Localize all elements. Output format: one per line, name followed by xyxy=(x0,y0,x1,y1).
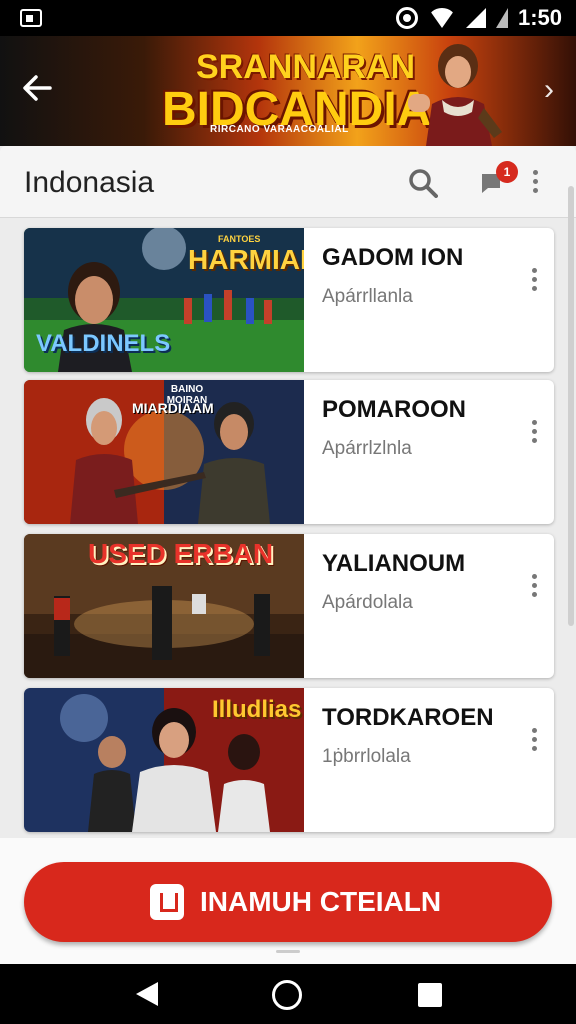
card-thumbnail: FANTOES HARMIAN VALDINELS xyxy=(24,228,304,372)
header-banner: SRANNARAN BIDCANDIA RIRCANO VARAACOALIAL… xyxy=(0,36,576,146)
list-item[interactable]: FANTOES HARMIAN VALDINELS GADOM ION Apár… xyxy=(24,228,554,372)
card-subtitle: Apárrlzlnla xyxy=(322,438,412,459)
nav-home-icon[interactable] xyxy=(272,980,302,1010)
search-icon[interactable] xyxy=(408,168,438,198)
gallery-notification-icon xyxy=(20,9,42,27)
page-title: Indonasia xyxy=(24,166,155,199)
more-vert-icon[interactable] xyxy=(532,420,538,447)
more-vert-icon[interactable] xyxy=(532,728,538,755)
list-item[interactable]: BAINO MOIRAN MIARDIAAM POMAROON Apárrlzl… xyxy=(24,380,554,524)
thumb-title: Illudlias xyxy=(212,696,302,723)
status-bar: 1:50 xyxy=(0,0,576,36)
back-arrow-icon[interactable] xyxy=(20,70,60,110)
card-title: GADOM ION xyxy=(322,244,464,271)
thumb-title: MIARDIAAM xyxy=(132,400,214,416)
notification-badge: 1 xyxy=(496,161,518,183)
thumb-small-text: FANTOES xyxy=(218,234,261,244)
sheet-handle xyxy=(276,950,300,953)
card-subtitle: Apárrllanla xyxy=(322,286,413,307)
list-item[interactable]: Illudlias TORDKAROEN 1ṗbrrlolala xyxy=(24,688,554,832)
app-bar: Indonasia 1 xyxy=(0,146,576,218)
card-thumbnail: BAINO MOIRAN MIARDIAAM xyxy=(24,380,304,524)
primary-action-label: INAMUH CTEIALN xyxy=(200,886,442,917)
nav-back-icon[interactable] xyxy=(136,982,158,1006)
banner-hero-illustration xyxy=(408,44,502,146)
card-title: POMAROON xyxy=(322,396,466,423)
nav-recents-icon[interactable] xyxy=(418,983,442,1007)
card-thumbnail: USED ERBAN xyxy=(24,534,304,678)
scrollbar[interactable] xyxy=(568,186,574,626)
list-item[interactable]: USED ERBAN YALIANOUM Apárdolala xyxy=(24,534,554,678)
thumb-caption: VALDINELS xyxy=(36,330,171,357)
bottom-action-area: INAMUH CTEIALN xyxy=(0,838,576,964)
primary-action-button[interactable]: INAMUH CTEIALN xyxy=(24,862,552,942)
card-thumbnail: Illudlias xyxy=(24,688,304,832)
card-subtitle: Apárdolala xyxy=(322,592,413,613)
banner-subtitle: RIRCANO VARAACOALIAL xyxy=(210,124,349,135)
status-time: 1:50 xyxy=(517,5,562,30)
signal-secondary-icon xyxy=(495,8,508,28)
system-nav-bar xyxy=(0,964,576,1024)
banner-next-icon[interactable]: › xyxy=(544,70,554,110)
more-vert-icon[interactable] xyxy=(532,268,538,295)
card-title: TORDKAROEN xyxy=(322,704,494,731)
card-subtitle: 1ṗbrrlolala xyxy=(322,746,411,767)
wifi-icon xyxy=(427,8,456,28)
lock-icon xyxy=(150,884,184,920)
thumb-title: HARMIAN xyxy=(188,244,304,275)
thumb-title: USED ERBAN xyxy=(88,538,274,569)
more-vert-icon[interactable] xyxy=(533,170,539,196)
signal-icon xyxy=(465,8,486,28)
settings-icon xyxy=(395,7,418,29)
card-title: YALIANOUM xyxy=(322,550,466,577)
more-vert-icon[interactable] xyxy=(532,574,538,601)
